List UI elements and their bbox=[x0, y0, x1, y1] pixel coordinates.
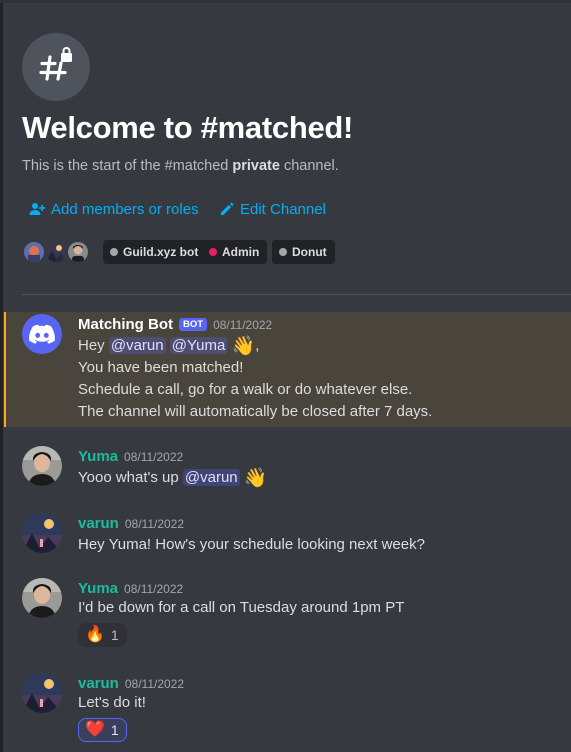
add-members-label: Add members or roles bbox=[51, 200, 199, 218]
message-yuma-2[interactable]: Yuma 08/11/2022 I'd be down for a call o… bbox=[3, 576, 571, 650]
reaction-fire[interactable]: 🔥 1 bbox=[78, 623, 127, 647]
avatar bbox=[22, 240, 46, 264]
mention-highlight-bar bbox=[4, 312, 6, 427]
author-name[interactable]: Matching Bot bbox=[78, 316, 173, 333]
author-name[interactable]: Yuma bbox=[78, 580, 118, 597]
role-pill-admin[interactable]: Admin bbox=[202, 240, 268, 264]
message-varun-2[interactable]: varun 08/11/2022 Let's do it! ❤️ 1 bbox=[3, 671, 571, 745]
pencil-icon bbox=[219, 202, 234, 217]
role-label: Donut bbox=[292, 245, 327, 259]
message-header: varun 08/11/2022 bbox=[78, 515, 184, 532]
avatar-yuma[interactable] bbox=[22, 446, 62, 486]
role-pill-donut[interactable]: Donut bbox=[272, 240, 335, 264]
message-text: I'd be down for a call on Tuesday around… bbox=[78, 599, 405, 616]
avatar bbox=[44, 240, 68, 264]
reaction-count: 1 bbox=[110, 722, 119, 738]
edit-channel-button[interactable]: Edit Channel bbox=[219, 199, 326, 219]
avatar-varun[interactable] bbox=[22, 673, 62, 713]
message-text: Let's do it! bbox=[78, 694, 146, 711]
divider bbox=[22, 294, 571, 295]
message-varun-1[interactable]: varun 08/11/2022 Hey Yuma! How's your sc… bbox=[3, 511, 571, 557]
role-pill-guild-bot[interactable]: Guild.xyz bot bbox=[103, 240, 207, 264]
author-name[interactable]: varun bbox=[78, 515, 119, 532]
welcome-subtitle: This is the start of the #matched privat… bbox=[22, 158, 339, 174]
timestamp[interactable]: 08/11/2022 bbox=[125, 677, 184, 691]
author-name[interactable]: Yuma bbox=[78, 448, 118, 465]
top-edge bbox=[0, 0, 571, 3]
message-header: Yuma 08/11/2022 bbox=[78, 448, 183, 465]
waving-hand-emoji[interactable]: 👋 bbox=[244, 469, 268, 488]
edit-channel-label: Edit Channel bbox=[240, 200, 326, 218]
channel-view: Welcome to #matched! This is the start o… bbox=[0, 0, 571, 752]
message-text: Hey Yuma! How's your schedule looking ne… bbox=[78, 536, 425, 553]
avatar bbox=[66, 240, 90, 264]
message-header: Yuma 08/11/2022 bbox=[78, 580, 183, 597]
reaction-heart[interactable]: ❤️ 1 bbox=[78, 718, 127, 742]
timestamp[interactable]: 08/11/2022 bbox=[125, 517, 184, 531]
welcome-title: Welcome to #matched! bbox=[22, 110, 354, 145]
waving-hand-emoji[interactable]: 👋 bbox=[232, 337, 256, 356]
message-text: Yooo what's up @varun 👋 bbox=[78, 468, 268, 489]
role-dot bbox=[279, 248, 287, 256]
heart-emoji: ❤️ bbox=[85, 721, 105, 738]
message-header: Matching Bot BOT 08/11/2022 bbox=[78, 316, 272, 333]
mention-varun[interactable]: @varun bbox=[108, 337, 166, 354]
message-text: You have been matched! bbox=[78, 359, 244, 376]
role-label: Admin bbox=[222, 245, 260, 259]
message-text: Schedule a call, go for a walk or do wha… bbox=[78, 381, 413, 398]
bot-tag: BOT bbox=[179, 318, 208, 331]
message-text: The channel will automatically be closed… bbox=[78, 403, 433, 420]
mention-yuma[interactable]: @Yuma bbox=[169, 337, 228, 354]
avatar-varun[interactable] bbox=[22, 513, 62, 553]
reaction-count: 1 bbox=[110, 627, 119, 643]
add-members-button[interactable]: Add members or roles bbox=[29, 199, 199, 219]
message-matching-bot[interactable]: Matching Bot BOT 08/11/2022 Hey @varun @… bbox=[3, 312, 571, 427]
add-member-icon bbox=[29, 201, 45, 217]
author-name[interactable]: varun bbox=[78, 675, 119, 692]
role-dot bbox=[110, 248, 118, 256]
timestamp[interactable]: 08/11/2022 bbox=[124, 582, 183, 596]
timestamp[interactable]: 08/11/2022 bbox=[124, 450, 183, 464]
role-label: Guild.xyz bot bbox=[123, 245, 199, 259]
message-text: Hey @varun @Yuma 👋, bbox=[78, 336, 260, 357]
fire-emoji: 🔥 bbox=[85, 626, 105, 643]
message-header: varun 08/11/2022 bbox=[78, 675, 184, 692]
mention-varun[interactable]: @varun bbox=[182, 469, 240, 486]
discord-logo-icon[interactable] bbox=[22, 314, 62, 354]
message-yuma-1[interactable]: Yuma 08/11/2022 Yooo what's up @varun 👋 bbox=[3, 444, 571, 494]
timestamp[interactable]: 08/11/2022 bbox=[213, 318, 272, 332]
locked-hash-icon bbox=[22, 33, 90, 101]
role-dot bbox=[209, 248, 217, 256]
avatar-yuma[interactable] bbox=[22, 578, 62, 618]
